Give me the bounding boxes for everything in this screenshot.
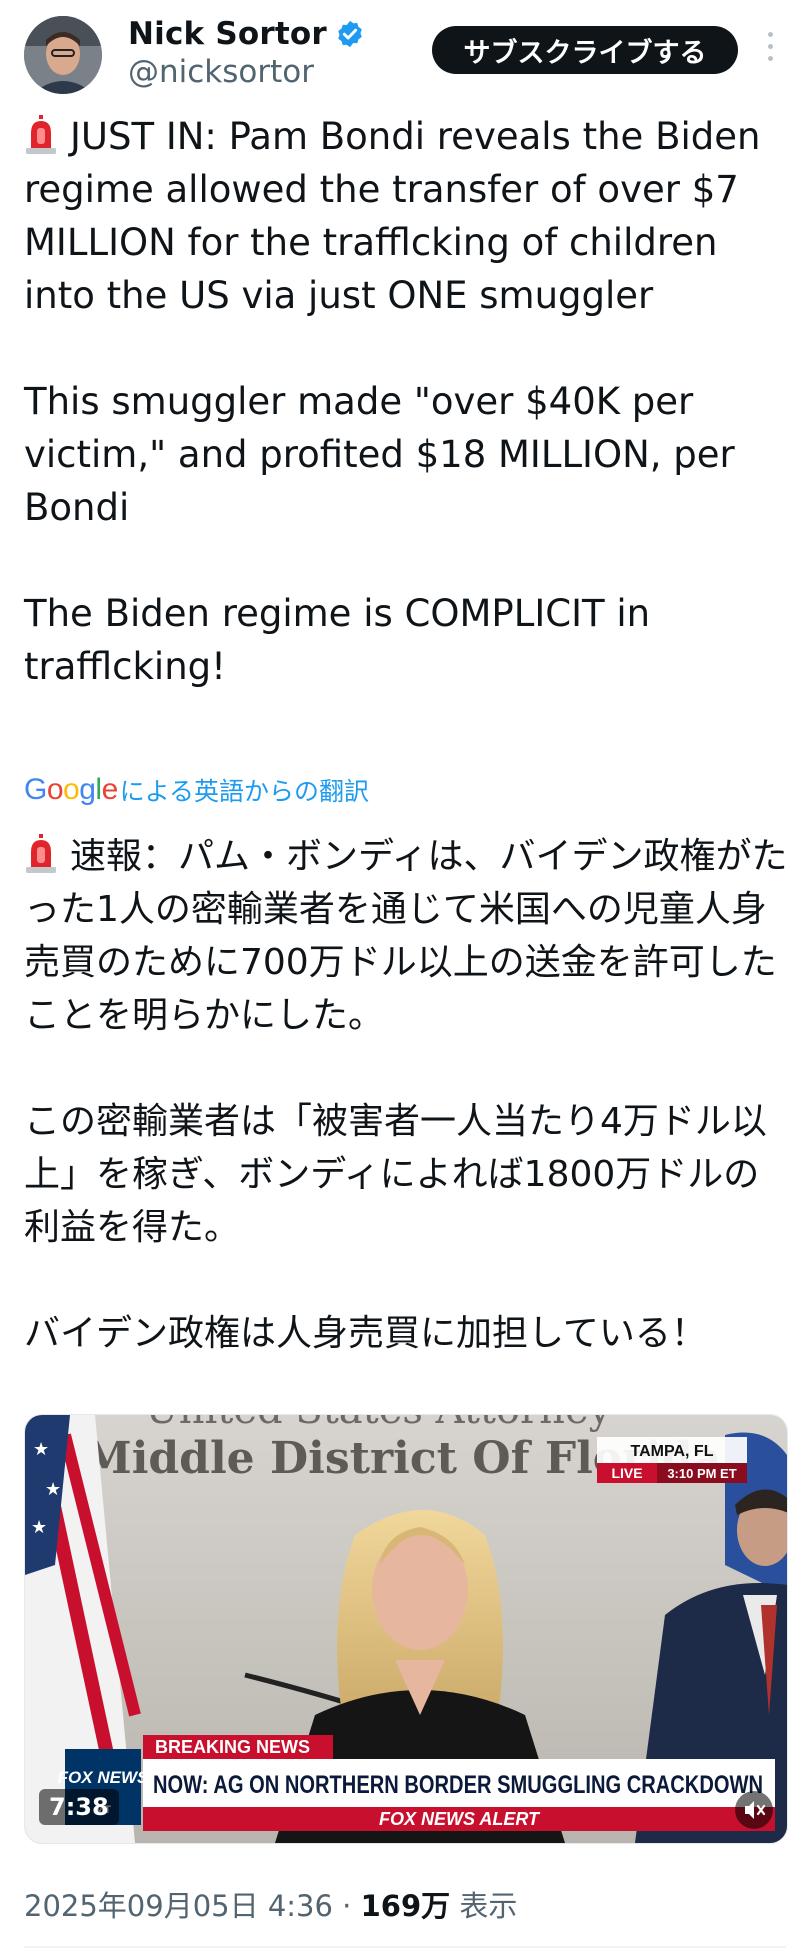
- video-duration: 7:38: [39, 1789, 119, 1825]
- backdrop-line1: United States Attorney: [145, 1415, 612, 1433]
- tweet-original-text: JUST IN: Pam Bondi reveals the Biden reg…: [24, 110, 784, 693]
- subscribe-button[interactable]: サブスクライブする: [432, 26, 738, 74]
- author-display-name[interactable]: Nick Sortor: [128, 16, 327, 52]
- author-handle[interactable]: @nicksortor: [128, 54, 314, 90]
- tweet-timestamp[interactable]: 2025年09月05日 4:36: [24, 1889, 333, 1923]
- volume-muted-icon[interactable]: [735, 1791, 773, 1829]
- tweet-meta: 2025年09月05日 4:36 · 169万 表示: [24, 1883, 517, 1925]
- breaking-label: BREAKING NEWS: [155, 1737, 310, 1757]
- translation-label[interactable]: による英語からの翻訳: [120, 772, 369, 808]
- live-bug: TAMPA, FL LIVE 3:10 PM ET: [597, 1437, 747, 1483]
- translation-attribution[interactable]: Google による英語からの翻訳: [24, 772, 369, 808]
- alert-label: FOX NEWS ALERT: [379, 1809, 541, 1829]
- author-avatar[interactable]: [24, 16, 102, 94]
- video-frame: United States Attorney Middle District O…: [25, 1415, 787, 1843]
- live-time: 3:10 PM ET: [667, 1466, 736, 1481]
- rotating-light-icon: [26, 834, 56, 873]
- view-label: 表示: [459, 1889, 518, 1923]
- live-location: TAMPA, FL: [631, 1443, 714, 1460]
- svg-text:★: ★: [45, 1479, 61, 1500]
- video-player[interactable]: United States Attorney Middle District O…: [24, 1414, 788, 1844]
- live-label: LIVE: [611, 1465, 642, 1481]
- tweet-translated-body: 速報：パム・ボンディは、バイデン政権がたった1人の密輸業者を通じて米国への児童人…: [24, 836, 788, 1354]
- google-logo: Google: [24, 773, 118, 806]
- svg-text:★: ★: [31, 1517, 47, 1538]
- author-name-row[interactable]: Nick Sortor: [128, 12, 365, 56]
- tweet-translated-text: 速報：パム・ボンディは、バイデン政権がたった1人の密輸業者を通じて米国への児童人…: [24, 830, 794, 1360]
- avatar-image: [24, 16, 102, 94]
- news-headline: NOW: AG ON NORTHERN BORDER SMUGGLING CRA…: [153, 1771, 763, 1799]
- tweet-original-body: JUST IN: Pam Bondi reveals the Biden reg…: [24, 115, 761, 688]
- more-vertical-icon[interactable]: [764, 32, 776, 68]
- svg-text:★: ★: [33, 1439, 49, 1460]
- rotating-light-icon: [26, 115, 56, 154]
- fox-logo: FOX NEWS: [58, 1768, 149, 1787]
- view-count: 169万: [360, 1889, 451, 1923]
- meta-separator: ·: [342, 1889, 352, 1923]
- verified-badge-icon[interactable]: [335, 19, 365, 49]
- divider: [24, 1946, 786, 1948]
